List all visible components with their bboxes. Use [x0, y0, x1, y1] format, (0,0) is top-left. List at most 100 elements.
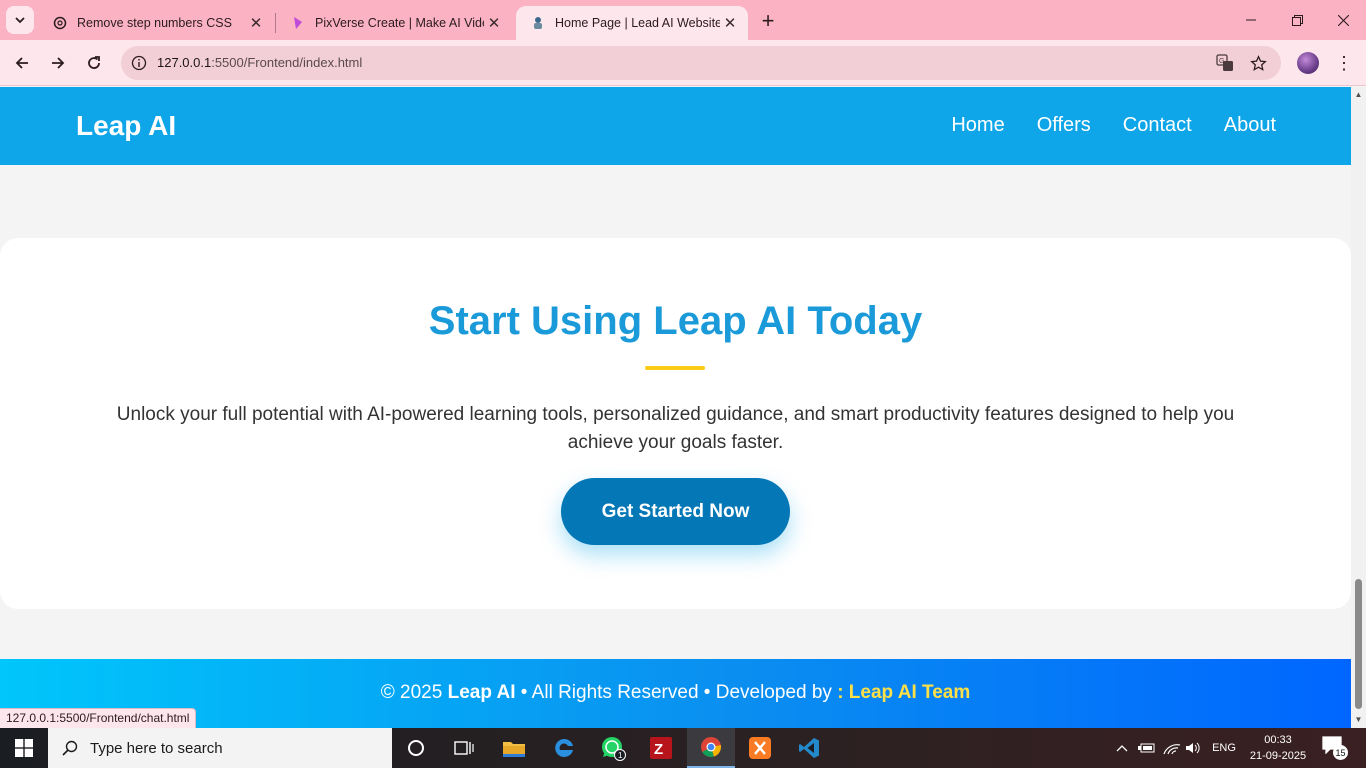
site-footer: © 2025 Leap AI • All Rights Reserved • D… [0, 659, 1351, 728]
chevron-up-icon [1116, 745, 1128, 752]
footer-team: : Leap AI Team [837, 682, 971, 703]
filezilla-button[interactable]: Z [637, 728, 685, 768]
nav-home-link[interactable]: Home [951, 114, 1004, 137]
notification-count: 15 [1333, 745, 1348, 760]
whatsapp-button[interactable]: 1 [589, 728, 637, 768]
url-host: 127.0.0.1 [157, 55, 212, 70]
back-button[interactable] [8, 49, 36, 77]
folder-icon [503, 742, 525, 757]
task-view-icon [454, 741, 474, 755]
whatsapp-badge: 1 [618, 751, 623, 760]
footer-middle: • All Rights Reserved • Developed by [515, 682, 838, 703]
reload-icon [88, 56, 100, 69]
tab-title: Home Page | Lead AI Website [555, 16, 720, 30]
wifi-icon[interactable] [1161, 728, 1183, 768]
edge-icon [555, 738, 573, 757]
browser-menu-icon[interactable]: ⋮ [1334, 51, 1354, 75]
get-started-button[interactable]: Get Started Now [561, 478, 790, 545]
scroll-up-icon[interactable]: ▲ [1354, 90, 1363, 99]
cta-description: Unlock your full potential with AI-power… [116, 404, 1235, 453]
nav-contact-link[interactable]: Contact [1123, 114, 1192, 137]
address-bar[interactable]: 127.0.0.1:5500/Frontend/index.html G [121, 46, 1281, 80]
volume-icon[interactable] [1184, 728, 1204, 768]
cta-section: Start Using Leap AI Today Unlock your fu… [0, 238, 1351, 609]
nav-offers-link[interactable]: Offers [1037, 114, 1091, 137]
clock-date: 21-09-2025 [1249, 750, 1307, 762]
search-icon [62, 740, 78, 756]
xampp-icon [749, 737, 771, 759]
vscode-icon [799, 738, 819, 758]
whatsapp-icon: 1 [602, 737, 626, 761]
battery-icon[interactable] [1136, 728, 1158, 768]
chrome-icon [701, 737, 721, 757]
browser-tab-active[interactable]: Home Page | Lead AI Website ✕ [516, 6, 748, 40]
browser-tab-bar: Remove step numbers CSS ✕ PixVerse Creat… [0, 0, 1366, 40]
footer-copyright: © 2025 [380, 682, 448, 703]
title-underline [645, 366, 705, 370]
close-window-button[interactable] [1320, 0, 1366, 40]
forward-button[interactable] [44, 49, 72, 77]
profile-avatar[interactable] [1297, 52, 1319, 74]
minimize-button[interactable] [1228, 0, 1274, 40]
restore-icon [1291, 14, 1303, 26]
xampp-button[interactable] [736, 728, 784, 768]
cta-title: Start Using Leap AI Today [428, 299, 923, 343]
tab-title: Remove step numbers CSS [77, 16, 232, 30]
bookmark-star-icon[interactable] [1248, 53, 1268, 73]
tab-search-button[interactable] [6, 6, 34, 34]
translate-icon[interactable]: G [1215, 53, 1235, 73]
close-icon[interactable]: ✕ [720, 13, 740, 33]
cortana-circle-icon [408, 740, 424, 756]
notification-center-button[interactable]: 15 [1322, 736, 1348, 760]
page-scrollbar[interactable]: ▲ ▼ [1351, 87, 1366, 728]
file-explorer-button[interactable] [490, 728, 538, 768]
taskbar-search-box[interactable]: Type here to search [48, 728, 392, 768]
reload-button[interactable] [80, 49, 108, 77]
url-text: 127.0.0.1:5500/Frontend/index.html [157, 55, 362, 70]
input-language[interactable]: ENG [1208, 728, 1240, 768]
filezilla-icon: Z [650, 737, 672, 759]
clock-time: 00:33 [1264, 734, 1292, 746]
link-status-bubble: 127.0.0.1:5500/Frontend/chat.html [0, 708, 197, 728]
svg-text:Z: Z [654, 741, 663, 758]
new-tab-button[interactable]: + [756, 8, 780, 33]
windows-taskbar: Type here to search 1 Z ENG 00:33 21-09-… [0, 728, 1366, 768]
taskbar-clock[interactable]: 00:33 21-09-2025 [1240, 732, 1316, 764]
site-logo[interactable]: Leap AI [76, 110, 176, 142]
chrome-button[interactable] [687, 728, 735, 768]
pixverse-icon [290, 15, 306, 31]
minimize-icon [1246, 19, 1256, 21]
close-icon [1337, 14, 1349, 26]
taskbar-search-placeholder: Type here to search [90, 739, 223, 757]
cortana-button[interactable] [392, 728, 440, 768]
arrow-left-icon [15, 57, 28, 69]
vscode-button[interactable] [785, 728, 833, 768]
tab-title: PixVerse Create | Make AI Video [315, 16, 484, 30]
page-viewport: Leap AI Home Offers Contact About Start … [0, 87, 1351, 728]
edge-button[interactable] [540, 728, 588, 768]
site-header: Leap AI Home Offers Contact About [0, 87, 1351, 165]
chatgpt-icon [52, 15, 68, 31]
browser-tab[interactable]: Remove step numbers CSS ✕ [38, 6, 274, 40]
site-favicon [530, 15, 546, 31]
browser-toolbar: 127.0.0.1:5500/Frontend/index.html G ⋮ [0, 40, 1366, 86]
close-icon[interactable]: ✕ [484, 13, 504, 33]
url-path: :5500/Frontend/index.html [211, 55, 363, 70]
chevron-down-icon [15, 17, 25, 24]
footer-text: © 2025 Leap AI • All Rights Reserved • D… [0, 682, 1351, 704]
browser-tab[interactable]: PixVerse Create | Make AI Video ✕ [276, 6, 512, 40]
windows-logo-icon [15, 739, 33, 757]
scroll-down-icon[interactable]: ▼ [1354, 715, 1363, 724]
start-button[interactable] [0, 728, 48, 768]
site-info-icon[interactable] [129, 53, 149, 73]
close-icon[interactable]: ✕ [246, 13, 266, 33]
restore-button[interactable] [1274, 0, 1320, 40]
show-hidden-icons-button[interactable] [1112, 728, 1132, 768]
task-view-button[interactable] [440, 728, 488, 768]
site-nav: Home Offers Contact About [951, 114, 1276, 137]
footer-brand: Leap AI [447, 682, 516, 703]
scroll-thumb[interactable] [1355, 579, 1362, 709]
svg-text:G: G [1219, 58, 1224, 65]
arrow-right-icon [52, 57, 65, 69]
nav-about-link[interactable]: About [1224, 114, 1276, 137]
